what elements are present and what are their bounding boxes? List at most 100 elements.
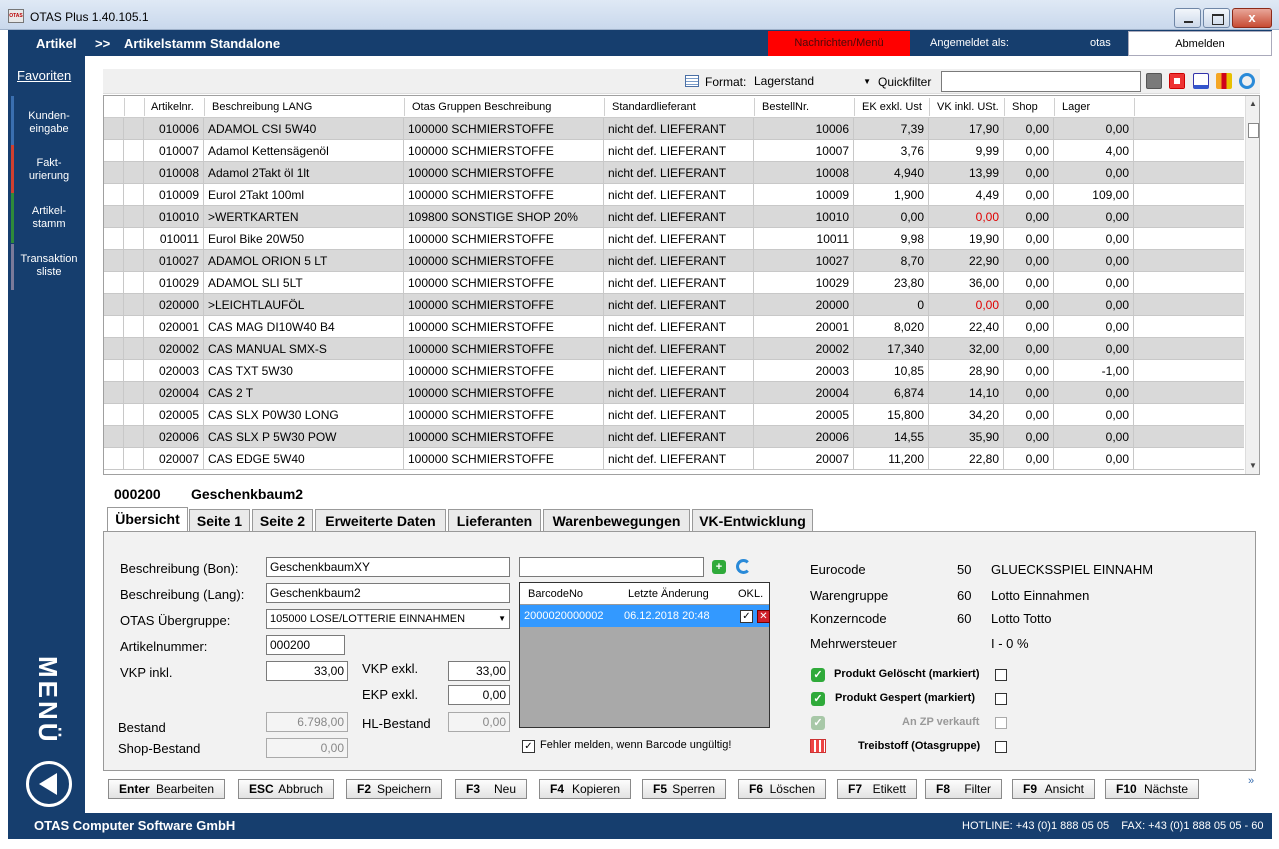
row-selector-cell[interactable] <box>124 228 144 250</box>
tab-erweiterte-daten[interactable]: Erweiterte Daten <box>315 509 446 532</box>
column-header[interactable]: BestellNr. <box>762 101 809 113</box>
row-selector-cell[interactable] <box>104 338 124 360</box>
table-row[interactable]: 020006 CAS SLX P 5W30 POW 100000 SCHMIERST… <box>104 426 1244 448</box>
row-selector-cell[interactable] <box>104 250 124 272</box>
table-row[interactable]: 010007 Adamol Kettensägenöl 100000 SCHMIER… <box>104 140 1244 162</box>
table-row[interactable]: 020004 CAS 2 T 100000 SCHMIERSTOFFE nicht d… <box>104 382 1244 404</box>
flag-geloescht-checkbox[interactable] <box>995 669 1007 681</box>
row-selector-cell[interactable] <box>104 206 124 228</box>
table-row[interactable]: 010010 >WERTKARTEN 109800 SONSTIGE SHOP 20… <box>104 206 1244 228</box>
row-selector-cell[interactable] <box>104 382 124 404</box>
artikelnummer-input[interactable]: 000200 <box>266 635 345 655</box>
row-selector-cell[interactable] <box>124 118 144 140</box>
row-selector-cell[interactable] <box>104 118 124 140</box>
row-selector-cell[interactable] <box>104 426 124 448</box>
export-icon[interactable] <box>1193 73 1209 89</box>
row-selector-cell[interactable] <box>104 360 124 382</box>
format-select[interactable]: Lagerstand ▼ <box>751 73 873 90</box>
refresh-icon[interactable] <box>1239 73 1255 89</box>
print-icon[interactable] <box>1146 73 1162 89</box>
fkey-button-f3[interactable]: F3 Neu <box>455 779 527 799</box>
column-header[interactable]: VK inkl. USt. <box>937 101 999 113</box>
row-selector-cell[interactable] <box>104 140 124 162</box>
column-header[interactable]: Lager <box>1062 101 1090 113</box>
column-header[interactable]: Beschreibung LANG <box>212 101 312 113</box>
table-row[interactable]: 010008 Adamol 2Takt öl 1lt 100000 SCHMIERS… <box>104 162 1244 184</box>
generate-barcode-icon[interactable] <box>736 559 751 574</box>
logout-button[interactable]: Abmelden <box>1128 31 1272 56</box>
barcode-ok-checkbox[interactable]: ✓ <box>740 610 753 623</box>
fkey-button-enter[interactable]: Enter Bearbeiten <box>108 779 225 799</box>
table-row[interactable]: 010006 ADAMOL CSI 5W40 100000 SCHMIERSTOFF… <box>104 118 1244 140</box>
beschreibung-bon-input[interactable]: GeschenkbaumXY <box>266 557 510 577</box>
barcode-error-checkbox[interactable]: ✓ <box>522 740 535 753</box>
row-selector-cell[interactable] <box>124 426 144 448</box>
uebergruppe-select[interactable]: 105000 LOSE/LOTTERIE EINNAHMEN ▼ <box>266 609 510 629</box>
row-selector-cell[interactable] <box>124 162 144 184</box>
sidebar-item-transaktionsliste[interactable]: Transaktion sliste <box>11 244 84 290</box>
table-row[interactable]: 010009 Eurol 2Takt 100ml 100000 SCHMIERSTO… <box>104 184 1244 206</box>
row-selector-cell[interactable] <box>124 382 144 404</box>
sidebar-item-artikelstamm[interactable]: Artikel- stamm <box>11 193 84 243</box>
tab-seite-1[interactable]: Seite 1 <box>189 509 250 532</box>
row-selector-cell[interactable] <box>104 404 124 426</box>
row-selector-cell[interactable] <box>104 162 124 184</box>
row-selector-cell[interactable] <box>124 206 144 228</box>
column-header[interactable]: Otas Gruppen Beschreibung <box>412 101 551 113</box>
vkp-exkl-input[interactable]: 33,00 <box>448 661 510 681</box>
column-header[interactable]: Artikelnr. <box>151 101 194 113</box>
barcode-input[interactable] <box>519 557 704 577</box>
tab-warenbewegungen[interactable]: Warenbewegungen <box>543 509 690 532</box>
row-selector-cell[interactable] <box>104 228 124 250</box>
favorites-link[interactable]: Favoriten <box>17 68 71 83</box>
row-selector-cell[interactable] <box>124 448 144 470</box>
pdf-icon[interactable] <box>1169 73 1185 89</box>
messages-button[interactable]: Nachrichten/Menü <box>768 31 910 56</box>
delete-barcode-icon[interactable]: ✕ <box>757 610 770 623</box>
flag-gesperrt-checkbox[interactable] <box>995 693 1007 705</box>
ekp-exkl-input[interactable]: 0,00 <box>448 685 510 705</box>
more-buttons-icon[interactable]: » <box>1248 775 1254 787</box>
scroll-down-icon[interactable]: ▼ <box>1249 461 1257 470</box>
scroll-up-icon[interactable]: ▲ <box>1249 99 1257 108</box>
row-selector-cell[interactable] <box>124 316 144 338</box>
row-selector-cell[interactable] <box>124 184 144 206</box>
table-row[interactable]: 020000 >LEICHTLAUFÖL 100000 SCHMIERSTOFFE n… <box>104 294 1244 316</box>
fkey-button-esc[interactable]: ESC Abbruch <box>238 779 334 799</box>
table-row[interactable]: 020001 CAS MAG DI10W40 B4 100000 SCHMIERST… <box>104 316 1244 338</box>
scroll-thumb[interactable] <box>1248 123 1259 138</box>
row-selector-cell[interactable] <box>104 294 124 316</box>
grid-scrollbar[interactable]: ▲ ▼ <box>1245 96 1259 474</box>
row-selector-cell[interactable] <box>104 272 124 294</box>
menu-label[interactable]: MENÜ <box>32 656 63 745</box>
sidebar-item-fakturierung[interactable]: Fakt- urierung <box>11 145 84 193</box>
fkey-button-f9[interactable]: F9 Ansicht <box>1012 779 1095 799</box>
fkey-button-f6[interactable]: F6 Löschen <box>738 779 826 799</box>
table-row[interactable]: 010027 ADAMOL ORION 5 LT 100000 SCHMIERSTO… <box>104 250 1244 272</box>
row-selector-cell[interactable] <box>124 294 144 316</box>
row-selector-cell[interactable] <box>104 316 124 338</box>
tab-uebersicht[interactable]: Übersicht <box>107 507 188 531</box>
table-row[interactable]: 010011 Eurol Bike 20W50 100000 SCHMIERSTOF… <box>104 228 1244 250</box>
vkp-inkl-input[interactable]: 33,00 <box>266 661 348 681</box>
flag-treibstoff-checkbox[interactable] <box>995 741 1007 753</box>
table-row[interactable]: 020007 CAS EDGE 5W40 100000 SCHMIERSTOFFE n… <box>104 448 1244 470</box>
column-header[interactable]: Standardlieferant <box>612 101 696 113</box>
table-row[interactable]: 020003 CAS TXT 5W30 100000 SCHMIERSTOFFE ni… <box>104 360 1244 382</box>
column-header[interactable]: EK exkl. Ust <box>862 101 922 113</box>
fkey-button-f8[interactable]: F8 Filter <box>925 779 1002 799</box>
maximize-button[interactable] <box>1203 8 1230 28</box>
row-selector-cell[interactable] <box>124 404 144 426</box>
beschreibung-lang-input[interactable]: Geschenkbaum2 <box>266 583 510 603</box>
row-selector-cell[interactable] <box>124 140 144 162</box>
tab-vk-entwicklung[interactable]: VK-Entwicklung <box>692 509 813 532</box>
row-selector-cell[interactable] <box>124 250 144 272</box>
row-selector-cell[interactable] <box>124 360 144 382</box>
tab-lieferanten[interactable]: Lieferanten <box>448 509 541 532</box>
tab-seite-2[interactable]: Seite 2 <box>252 509 313 532</box>
fkey-button-f5[interactable]: F5 Sperren <box>642 779 726 799</box>
row-selector-cell[interactable] <box>124 338 144 360</box>
minimize-button[interactable] <box>1174 8 1201 28</box>
row-selector-cell[interactable] <box>124 272 144 294</box>
table-row[interactable]: 020002 CAS MANUAL SMX-S 100000 SCHMIERSTOF… <box>104 338 1244 360</box>
